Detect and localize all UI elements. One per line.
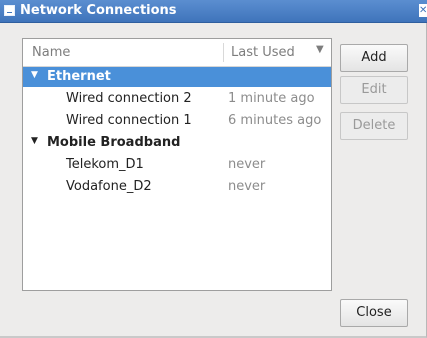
sort-descending-icon: ▼ xyxy=(316,44,324,55)
list-item-vodafone-d2[interactable]: Vodafone_D2 never xyxy=(23,177,331,197)
column-header-name[interactable]: Name xyxy=(32,45,70,60)
expander-open-icon[interactable]: ▼ xyxy=(31,70,38,80)
list-group-mobile-broadband[interactable]: ▼ Mobile Broadband xyxy=(23,133,331,153)
close-window-icon[interactable]: ✕ xyxy=(419,4,427,17)
connection-name: Telekom_D1 xyxy=(66,157,144,172)
window-menu-icon[interactable] xyxy=(4,5,15,16)
expander-open-icon[interactable]: ▼ xyxy=(31,136,38,146)
column-separator xyxy=(223,43,224,62)
connection-name: Wired connection 1 xyxy=(66,113,192,128)
connection-last-used: never xyxy=(228,157,266,172)
list-group-ethernet[interactable]: ▼ Ethernet xyxy=(23,67,331,87)
window-title: Network Connections xyxy=(20,3,177,18)
add-button[interactable]: Add xyxy=(340,44,408,72)
connection-name: Wired connection 2 xyxy=(66,91,192,106)
list-item-wired-connection-1[interactable]: Wired connection 1 6 minutes ago xyxy=(23,111,331,131)
edit-button[interactable]: Edit xyxy=(340,76,408,104)
close-button[interactable]: Close xyxy=(340,299,408,327)
list-header: Name Last Used ▼ xyxy=(23,39,331,67)
connections-list[interactable]: Name Last Used ▼ ▼ Ethernet Wired connec… xyxy=(22,38,332,291)
group-label: Mobile Broadband xyxy=(47,135,181,150)
column-header-last-used[interactable]: Last Used xyxy=(231,45,295,60)
title-bar[interactable]: Network Connections ✕ xyxy=(0,0,427,23)
group-label: Ethernet xyxy=(47,69,111,84)
connection-last-used: 6 minutes ago xyxy=(228,113,322,128)
connection-last-used: never xyxy=(228,179,266,194)
network-connections-window: Network Connections ✕ Name Last Used ▼ ▼… xyxy=(0,0,427,338)
connection-name: Vodafone_D2 xyxy=(66,179,152,194)
list-item-wired-connection-2[interactable]: Wired connection 2 1 minute ago xyxy=(23,89,331,109)
list-item-telekom-d1[interactable]: Telekom_D1 never xyxy=(23,155,331,175)
delete-button[interactable]: Delete xyxy=(340,112,408,140)
connection-last-used: 1 minute ago xyxy=(228,91,315,106)
